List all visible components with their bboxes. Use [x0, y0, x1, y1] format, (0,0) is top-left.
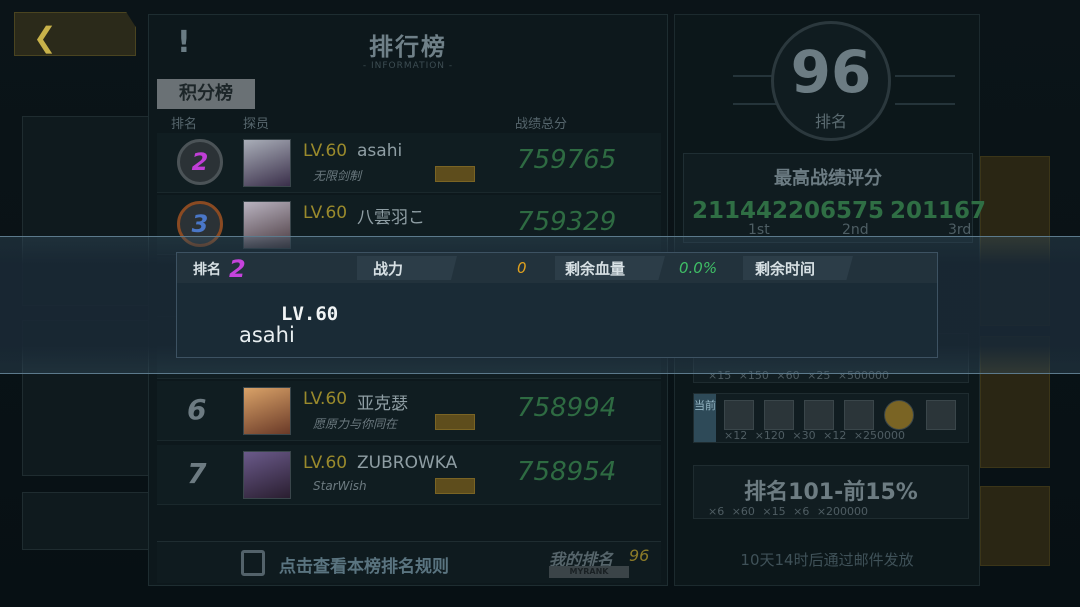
best-score-box: 最高战绩评分 211442 206575 201167 1st 2nd 3rd — [683, 153, 986, 243]
back-button[interactable]: ❮ — [14, 12, 136, 56]
back-arrow-icon: ❮ — [33, 21, 57, 54]
player-name: asahi — [357, 141, 403, 161]
silver-medal-icon: 2 — [177, 139, 223, 185]
player-level: LV.60 — [303, 203, 348, 223]
my-rank-caption: 排名 — [814, 112, 847, 131]
reward-item-icon — [764, 400, 794, 430]
table-row[interactable]: 7 LV.60 ZUBROWKA StarWish 758954 — [157, 445, 661, 505]
reward-item-icon — [926, 400, 956, 430]
reward-counts: ×12 ×120 ×30 ×12 ×250000 — [724, 429, 906, 442]
column-rank: 排名 — [171, 117, 198, 132]
player-level: LV.60 — [303, 389, 348, 409]
decoration — [895, 75, 955, 105]
ranking-rules-link[interactable]: 点击查看本榜排名规则 — [279, 552, 449, 577]
remaining-time-label: 剩余时间 — [755, 260, 816, 278]
banner-player-level: LV.60 — [281, 303, 339, 325]
power-value: 0 — [517, 259, 527, 277]
column-member: 探员 — [243, 117, 270, 132]
player-score: 759329 — [517, 207, 617, 237]
player-score: 759765 — [517, 145, 617, 175]
player-guild: StarWish — [313, 479, 367, 493]
remaining-hp-label: 剩余血量 — [565, 260, 626, 278]
table-row[interactable]: 6 LV.60 亚克瑟 愿原力与你同在 758994 — [157, 381, 661, 441]
player-name: 八雲羽こ — [357, 208, 425, 228]
ranking-subtitle: - INFORMATION - — [362, 61, 454, 71]
best-score-title: 最高战绩评分 — [774, 168, 882, 189]
banner-rank-value: 2 — [229, 255, 246, 283]
player-score: 758954 — [517, 457, 617, 487]
player-guild: 愿原力与你同在 — [313, 417, 398, 431]
player-level: LV.60 — [303, 141, 348, 161]
player-detail-banner: 排名 2 战力 0 剩余血量 0.0% 剩余时间 LV.60 asahi — [176, 252, 938, 358]
stat-segment — [357, 256, 457, 280]
best-score-2: 206575 — [788, 198, 885, 224]
my-rank-button[interactable]: MYRANK — [549, 566, 629, 578]
player-score: 758994 — [517, 393, 617, 423]
mail-notice: 10天14时后通过邮件发放 — [740, 551, 914, 569]
coin-icon — [884, 400, 914, 430]
ranking-header: ! 排行榜 - INFORMATION - — [149, 15, 667, 75]
remaining-hp-value: 0.0% — [679, 259, 718, 277]
ranking-footer: 点击查看本榜排名规则 我的排名 96 MYRANK — [157, 541, 661, 583]
reward-item-icon — [724, 400, 754, 430]
banner-player-name: asahi — [239, 323, 295, 347]
player-level: LV.60 — [303, 453, 348, 473]
banner-rank-label: 排名 — [193, 262, 221, 278]
tab-score-board[interactable]: 积分榜 — [157, 79, 255, 109]
column-total-score: 战绩总分 — [515, 117, 568, 132]
reward-item-icon — [844, 400, 874, 430]
table-row[interactable]: 2 LV.60 asahi 无限剑制 759765 — [157, 133, 661, 193]
reward-counts: ×6 ×60 ×15 ×6 ×200000 — [708, 505, 869, 518]
avatar[interactable] — [243, 451, 291, 499]
rank-badge-icon — [435, 414, 475, 430]
player-name: ZUBROWKA — [357, 453, 458, 473]
player-name: 亚克瑟 — [357, 394, 408, 414]
player-guild: 无限剑制 — [313, 169, 362, 183]
reward-item-icon — [804, 400, 834, 430]
power-label: 战力 — [373, 260, 404, 278]
clipboard-icon — [241, 550, 265, 576]
my-rank-number: 96 — [790, 38, 872, 106]
best-score-1: 211442 — [692, 198, 789, 224]
rank-badge-icon — [435, 478, 475, 494]
my-rank-circle: 96 排名 — [771, 21, 891, 141]
reward-tier-title: 排名101-前15% — [744, 480, 918, 505]
avatar[interactable] — [243, 139, 291, 187]
reward-tier[interactable]: 排名101-前15% ×6 ×60 ×15 ×6 ×200000 — [693, 465, 969, 519]
reward-tier-current[interactable]: 当前 ×12 ×120 ×30 ×12 ×250000 — [693, 393, 969, 443]
avatar[interactable] — [243, 387, 291, 435]
side-menu-card[interactable] — [22, 492, 152, 550]
rank-badge-icon — [435, 166, 475, 182]
rank-number: 7 — [187, 457, 207, 490]
best-score-3: 201167 — [890, 198, 987, 224]
my-rank-value: 96 — [629, 546, 650, 565]
rank-number: 6 — [187, 393, 207, 426]
side-menu-card[interactable] — [980, 486, 1050, 566]
current-tier-label: 当前 — [694, 394, 716, 442]
ranking-title: 排行榜 — [369, 33, 447, 61]
banner-stats-bar: 排名 2 战力 0 剩余血量 0.0% 剩余时间 — [177, 253, 937, 283]
